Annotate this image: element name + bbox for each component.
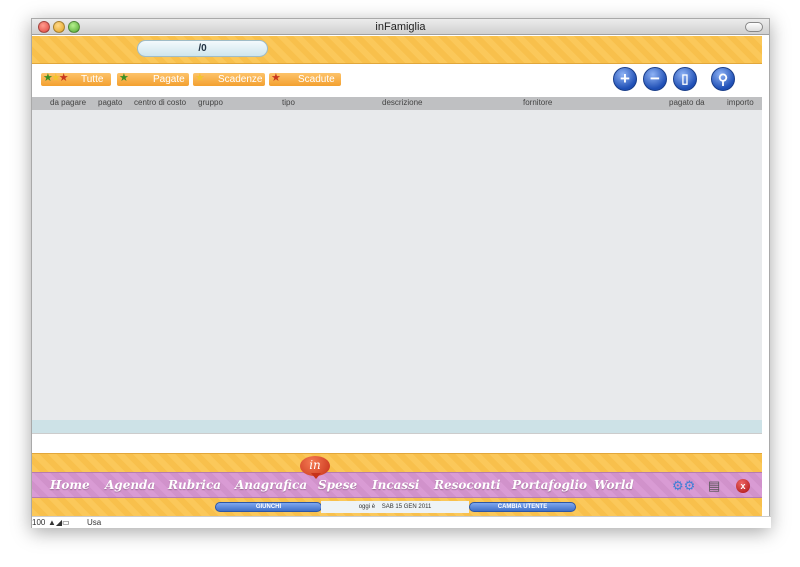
filter-scadute-label: Scadute <box>298 74 335 85</box>
filter-tutte-label: Tutte <box>81 74 104 85</box>
filter-pagate-button[interactable]: ★ Pagate <box>117 72 189 86</box>
title-bar: inFamiglia <box>32 19 769 35</box>
nav-resoconti[interactable]: Resoconti <box>434 478 501 492</box>
search-button[interactable]: ⚲ <box>711 67 735 91</box>
bottom-status: 100 ▲◢▭ Usa <box>32 516 771 528</box>
filter-pagate-label: Pagate <box>153 74 185 85</box>
toolbar-toggle-button[interactable] <box>745 22 763 32</box>
col-tipo[interactable]: tipo <box>282 98 295 107</box>
main-navigation: in Home Agenda Rubrica Anagrafica Spese … <box>32 456 762 498</box>
records-list[interactable] <box>32 110 762 420</box>
top-bar: /0 <box>32 36 762 64</box>
settings-icon[interactable]: ⚙⚙ <box>672 478 695 494</box>
yellow-star-icon: ★ <box>195 72 205 84</box>
column-header: da pagare pagato centro di costo gruppo … <box>32 97 762 110</box>
nav-world[interactable]: World <box>594 478 634 492</box>
status-bar: GIUNCHI oggi è SAB 15 GEN 2011 CAMBIA UT… <box>32 498 762 516</box>
filter-scadute-button[interactable]: ★ Scadute <box>269 72 341 86</box>
stars-icon: ★★★ <box>43 72 69 84</box>
plus-icon: + <box>620 69 630 88</box>
app-logo: in <box>300 456 330 479</box>
nav-agenda[interactable]: Agenda <box>105 478 155 492</box>
filter-tutte-button[interactable]: ★★★ Tutte <box>41 72 111 86</box>
col-gruppo[interactable]: gruppo <box>198 98 223 107</box>
col-pagato[interactable]: pagato <box>98 98 122 107</box>
nav-home[interactable]: Home <box>50 478 90 492</box>
add-button[interactable]: + <box>613 67 637 91</box>
col-fornitore[interactable]: fornitore <box>523 98 552 107</box>
mode-label: Usa <box>87 518 102 527</box>
col-descrizione[interactable]: descrizione <box>382 98 422 107</box>
filter-scadenze-label: Scadenze <box>218 74 263 85</box>
summary-strip <box>32 420 762 433</box>
red-star-icon: ★ <box>271 72 281 84</box>
nav-portafoglio[interactable]: Portafoglio <box>512 478 587 492</box>
minus-icon: − <box>650 69 660 88</box>
green-star-icon: ★ <box>119 72 129 84</box>
print-icon[interactable]: ▤ <box>708 478 720 494</box>
current-user-button[interactable]: GIUNCHI <box>215 502 322 512</box>
change-user-button[interactable]: CAMBIA UTENTE <box>469 502 576 512</box>
remove-button[interactable]: − <box>643 67 667 91</box>
footer-strip <box>32 433 762 453</box>
filter-bar: ★★★ Tutte ★ Pagate ★ Scadenze ★ Scadute … <box>32 64 762 97</box>
zoom-level[interactable]: 100 <box>32 518 45 527</box>
col-da-pagare[interactable]: da pagare <box>50 98 86 107</box>
nav-rubrica[interactable]: Rubrica <box>168 478 221 492</box>
today-value: SAB 15 GEN 2011 <box>381 504 432 510</box>
col-centro-di-costo[interactable]: centro di costo <box>134 98 186 107</box>
footer-bar <box>32 453 762 472</box>
duplicate-button[interactable]: ▯ <box>673 67 697 91</box>
app-window: inFamiglia /0 ★★★ Tutte ★ Pagate ★ Scade… <box>31 18 771 528</box>
nav-spese[interactable]: Spese <box>318 478 357 492</box>
close-icon[interactable]: x <box>736 479 750 493</box>
window-title: inFamiglia <box>375 21 426 33</box>
copy-icon: ▯ <box>681 71 689 86</box>
filter-scadenze-button[interactable]: ★ Scadenze <box>193 72 265 86</box>
col-pagato-da[interactable]: pagato da <box>669 98 705 107</box>
record-counter: /0 <box>137 40 268 57</box>
view-mode-icons[interactable]: ▲◢▭ <box>48 518 70 527</box>
col-importo[interactable]: importo <box>727 98 754 107</box>
today-label: oggi è <box>358 504 376 510</box>
search-icon: ⚲ <box>717 71 729 87</box>
nav-anagrafica[interactable]: Anagrafica <box>235 478 307 492</box>
today-date: oggi è SAB 15 GEN 2011 <box>321 501 469 513</box>
nav-incassi[interactable]: Incassi <box>372 478 420 492</box>
